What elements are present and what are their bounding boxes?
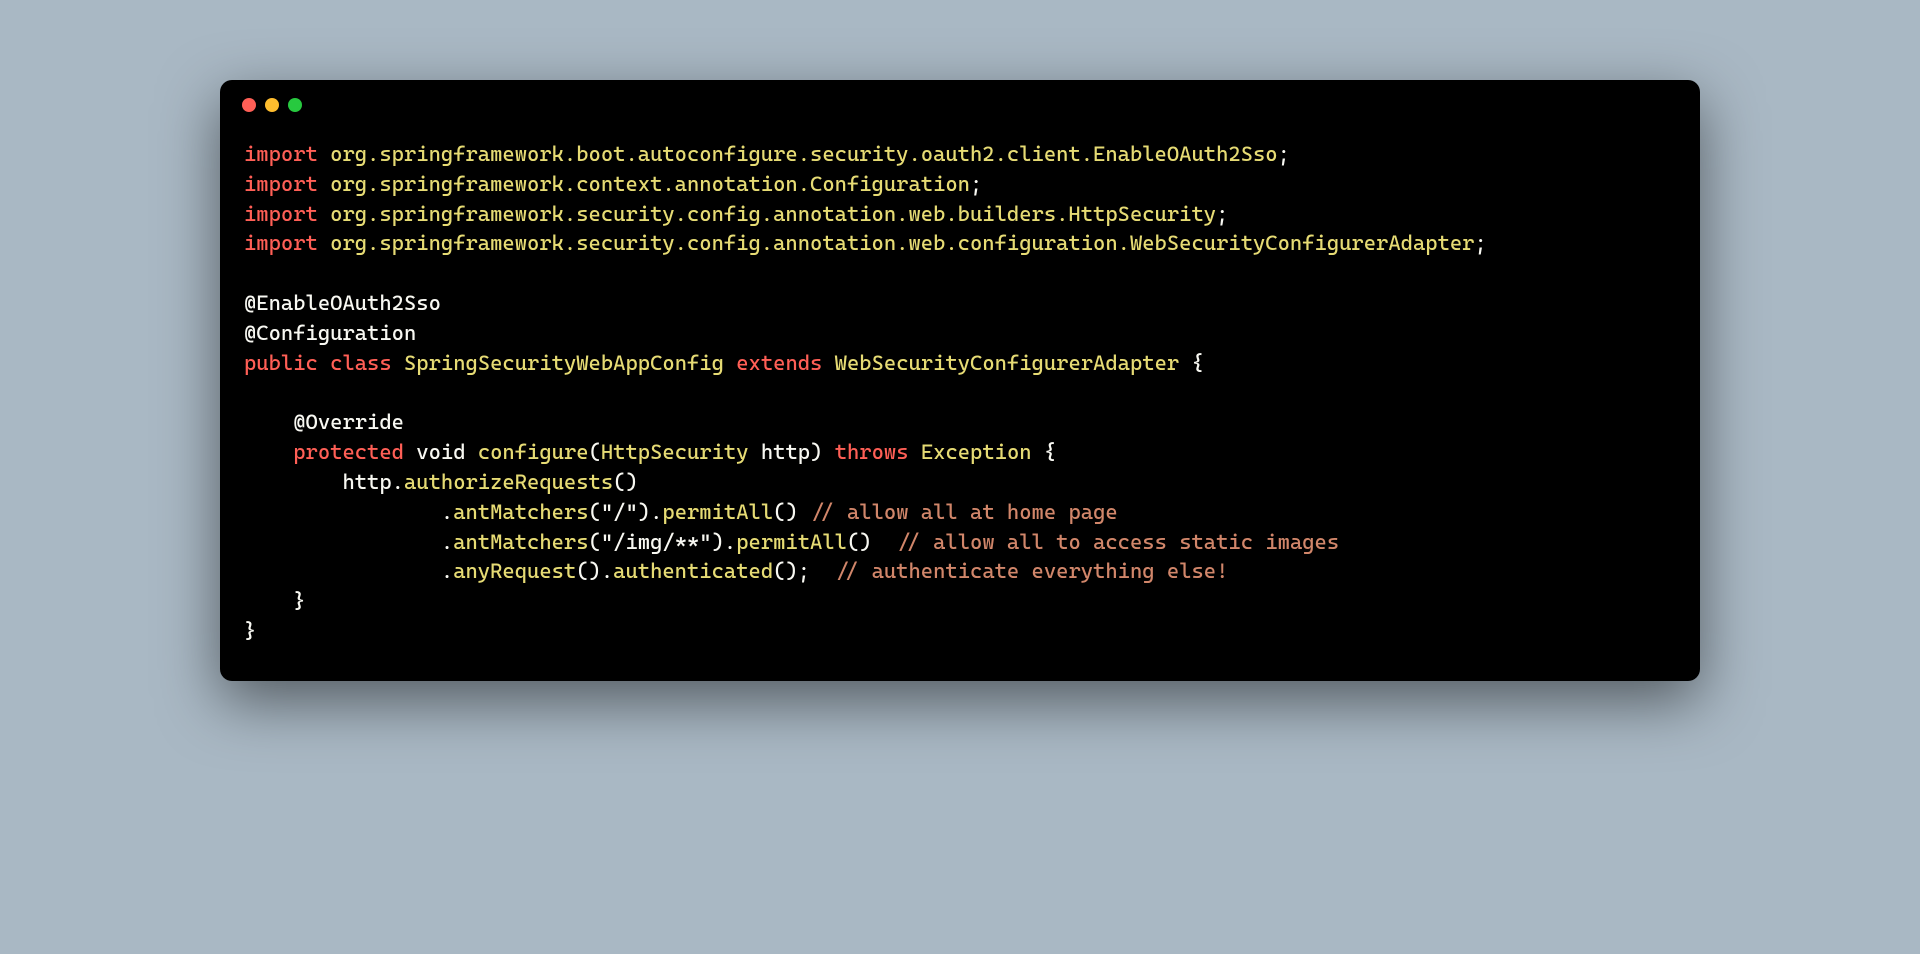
brace: { bbox=[1032, 440, 1057, 464]
method-call: authenticated bbox=[613, 559, 773, 583]
maximize-icon[interactable] bbox=[288, 98, 302, 112]
paren: ). bbox=[712, 530, 737, 554]
keyword-protected: protected bbox=[244, 440, 404, 464]
method-call: permitAll bbox=[662, 500, 773, 524]
semicolon: ; bbox=[970, 172, 982, 196]
semicolon: ; bbox=[1474, 231, 1486, 255]
method-name: configure bbox=[478, 440, 589, 464]
method-call: permitAll bbox=[736, 530, 847, 554]
code-text: . bbox=[244, 530, 453, 554]
annotation: @EnableOAuth2Sso bbox=[244, 291, 441, 315]
param-type: HttpSecurity bbox=[601, 440, 749, 464]
method-call: authorizeRequests bbox=[404, 470, 613, 494]
paren: ) bbox=[810, 440, 822, 464]
annotation: @Override bbox=[244, 410, 404, 434]
parens: () bbox=[847, 530, 872, 554]
close-icon[interactable] bbox=[242, 98, 256, 112]
comment: // allow all at home page bbox=[798, 500, 1118, 524]
type-void: void bbox=[416, 440, 465, 464]
terminal-window: import org.springframework.boot.autoconf… bbox=[220, 80, 1700, 681]
annotation: @Configuration bbox=[244, 321, 416, 345]
comment: // authenticate everything else! bbox=[810, 559, 1228, 583]
parens: () bbox=[613, 470, 638, 494]
semicolon: ; bbox=[1216, 202, 1228, 226]
keyword-import: import bbox=[244, 202, 318, 226]
code-text: . bbox=[244, 500, 453, 524]
method-call: antMatchers bbox=[453, 530, 588, 554]
titlebar bbox=[220, 80, 1700, 112]
package-path: org.springframework.security.config.anno… bbox=[330, 202, 1216, 226]
package-path: org.springframework.security.config.anno… bbox=[330, 231, 1474, 255]
parens: (); bbox=[773, 559, 810, 583]
paren: ( bbox=[589, 440, 601, 464]
code-block[interactable]: import org.springframework.boot.autoconf… bbox=[220, 112, 1700, 681]
brace-close: } bbox=[244, 589, 306, 613]
package-path: org.springframework.boot.autoconfigure.s… bbox=[330, 142, 1277, 166]
string-literal: "/" bbox=[601, 500, 638, 524]
keyword-public: public bbox=[244, 351, 318, 375]
method-call: antMatchers bbox=[453, 500, 588, 524]
paren: ( bbox=[589, 500, 601, 524]
exception-type: Exception bbox=[921, 440, 1032, 464]
parens: (). bbox=[576, 559, 613, 583]
brace-close: } bbox=[244, 619, 256, 643]
keyword-import: import bbox=[244, 142, 318, 166]
semicolon: ; bbox=[1278, 142, 1290, 166]
super-class: WebSecurityConfigurerAdapter bbox=[835, 351, 1180, 375]
paren: ). bbox=[638, 500, 663, 524]
minimize-icon[interactable] bbox=[265, 98, 279, 112]
keyword-import: import bbox=[244, 231, 318, 255]
method-call: anyRequest bbox=[453, 559, 576, 583]
keyword-throws: throws bbox=[835, 440, 909, 464]
param-name: http bbox=[749, 440, 811, 464]
code-text: http. bbox=[244, 470, 404, 494]
keyword-class: class bbox=[330, 351, 392, 375]
parens: () bbox=[773, 500, 798, 524]
paren: ( bbox=[589, 530, 601, 554]
class-name: SpringSecurityWebAppConfig bbox=[404, 351, 724, 375]
brace: { bbox=[1179, 351, 1204, 375]
package-path: org.springframework.context.annotation.C… bbox=[330, 172, 970, 196]
keyword-import: import bbox=[244, 172, 318, 196]
keyword-extends: extends bbox=[736, 351, 822, 375]
comment: // allow all to access static images bbox=[872, 530, 1340, 554]
code-text: . bbox=[244, 559, 453, 583]
string-literal: "/img/**" bbox=[601, 530, 712, 554]
